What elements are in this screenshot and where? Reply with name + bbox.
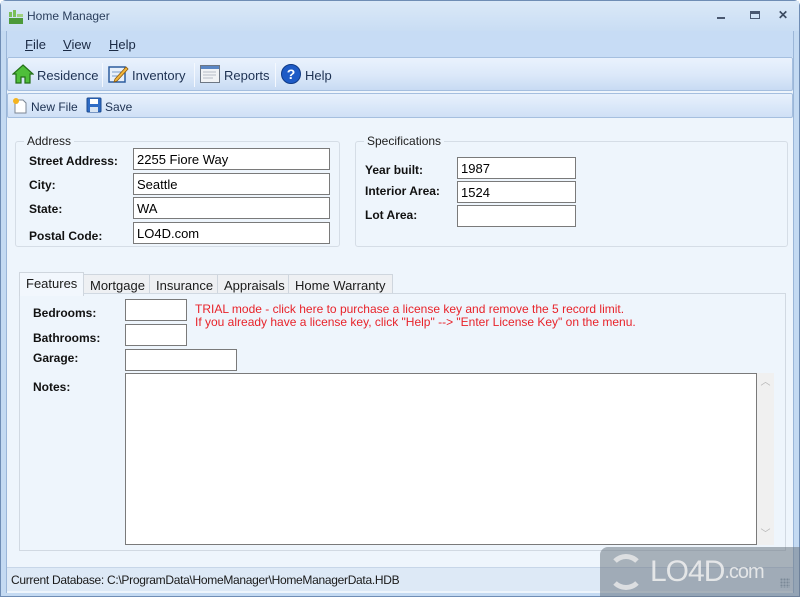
- menu-view[interactable]: View: [63, 37, 91, 52]
- notepad-pencil-icon: [107, 63, 129, 88]
- trial-mode-link[interactable]: TRIAL mode - click here to purchase a li…: [195, 303, 636, 329]
- inventory-button[interactable]: Inventory: [107, 63, 185, 88]
- current-database-path: Current Database: C:\ProgramData\HomeMan…: [11, 573, 400, 587]
- help-button[interactable]: ? Help: [280, 63, 332, 88]
- help-icon: ?: [280, 63, 302, 88]
- tab-mortgage[interactable]: Mortgage: [83, 274, 152, 295]
- scroll-down-icon[interactable]: ﹀: [757, 527, 774, 543]
- svg-text:?: ?: [287, 66, 296, 82]
- reports-button[interactable]: Reports: [199, 63, 270, 88]
- year-built-label: Year built:: [365, 163, 424, 177]
- trial-line-2: If you already have a license key, click…: [195, 315, 636, 329]
- help-label: Help: [305, 68, 332, 83]
- menu-help-accel: H: [109, 37, 119, 52]
- maximize-button[interactable]: [747, 8, 763, 22]
- interior-area-label: Interior Area:: [365, 184, 440, 198]
- postal-code-input[interactable]: [133, 222, 330, 244]
- garage-label: Garage:: [33, 351, 79, 365]
- save-label: Save: [105, 99, 133, 114]
- close-button[interactable]: ✕: [775, 8, 791, 22]
- postal-code-label: Postal Code:: [29, 229, 103, 243]
- tab-home-warranty[interactable]: Home Warranty: [288, 274, 393, 295]
- residence-label: Residence: [37, 68, 99, 83]
- year-built-input[interactable]: [457, 157, 576, 179]
- new-file-icon: [12, 97, 28, 117]
- house-icon: [11, 63, 35, 88]
- minimize-button[interactable]: [713, 8, 729, 22]
- city-label: City:: [29, 178, 56, 192]
- save-button[interactable]: Save: [86, 97, 132, 116]
- lot-area-label: Lot Area:: [365, 208, 418, 222]
- watermark: LO4D .com: [600, 547, 800, 597]
- new-file-button[interactable]: New File: [12, 97, 78, 117]
- reports-label: Reports: [224, 68, 270, 83]
- bathrooms-input[interactable]: [125, 324, 187, 346]
- close-icon: ✕: [777, 8, 789, 22]
- new-file-label: New File: [31, 100, 78, 114]
- city-input[interactable]: [133, 173, 330, 195]
- save-icon: [86, 97, 102, 116]
- client-area: File View Help Residence Inventory Repor…: [6, 31, 794, 593]
- state-label: State:: [29, 202, 63, 216]
- address-group-title: Address: [24, 134, 75, 148]
- specifications-group-title: Specifications: [364, 134, 445, 148]
- watermark-brand: LO4D: [650, 555, 725, 588]
- menu-view-label: iew: [71, 37, 91, 52]
- app-icon: [9, 10, 23, 24]
- toolbar-separator: [194, 63, 195, 87]
- minimize-icon: [717, 17, 725, 19]
- window-title: Home Manager: [27, 9, 110, 23]
- maximize-icon: [750, 11, 760, 19]
- file-toolbar: New File Save: [7, 93, 793, 118]
- bathrooms-label: Bathrooms:: [33, 331, 101, 345]
- menu-file[interactable]: File: [25, 37, 46, 52]
- app-window: Home Manager ✕ File View Help Residence …: [0, 0, 800, 597]
- notes-scrollbar[interactable]: ︿ ﹀: [757, 373, 774, 545]
- garage-input[interactable]: [125, 349, 237, 371]
- interior-area-input[interactable]: [457, 181, 576, 203]
- state-input[interactable]: [133, 197, 330, 219]
- title-bar[interactable]: Home Manager ✕: [1, 1, 799, 31]
- tab-appraisals[interactable]: Appraisals: [217, 274, 292, 295]
- toolbar-separator: [275, 63, 276, 87]
- toolbar-separator: [102, 63, 103, 87]
- notes-label: Notes:: [33, 380, 71, 394]
- menu-help[interactable]: Help: [109, 37, 136, 52]
- bedrooms-input[interactable]: [125, 299, 187, 321]
- residence-button[interactable]: Residence: [11, 63, 99, 88]
- main-toolbar: Residence Inventory Reports ? Help: [7, 57, 793, 91]
- notes-textarea[interactable]: [125, 373, 757, 545]
- report-icon: [199, 63, 221, 88]
- scroll-up-icon[interactable]: ︿: [757, 375, 774, 391]
- menu-file-accel: F: [25, 37, 33, 52]
- tab-insurance[interactable]: Insurance: [149, 274, 221, 295]
- lot-area-input[interactable]: [457, 205, 576, 227]
- street-address-input[interactable]: [133, 148, 330, 170]
- tab-features[interactable]: Features: [19, 272, 85, 296]
- watermark-suffix: .com: [724, 560, 764, 583]
- menu-file-label: ile: [32, 37, 46, 52]
- menu-help-label: elp: [118, 37, 136, 52]
- bedrooms-label: Bedrooms:: [33, 306, 97, 320]
- inventory-label: Inventory: [132, 68, 186, 83]
- street-address-label: Street Address:: [29, 154, 118, 168]
- watermark-logo-icon: [608, 554, 644, 590]
- menu-bar: File View Help: [7, 31, 793, 57]
